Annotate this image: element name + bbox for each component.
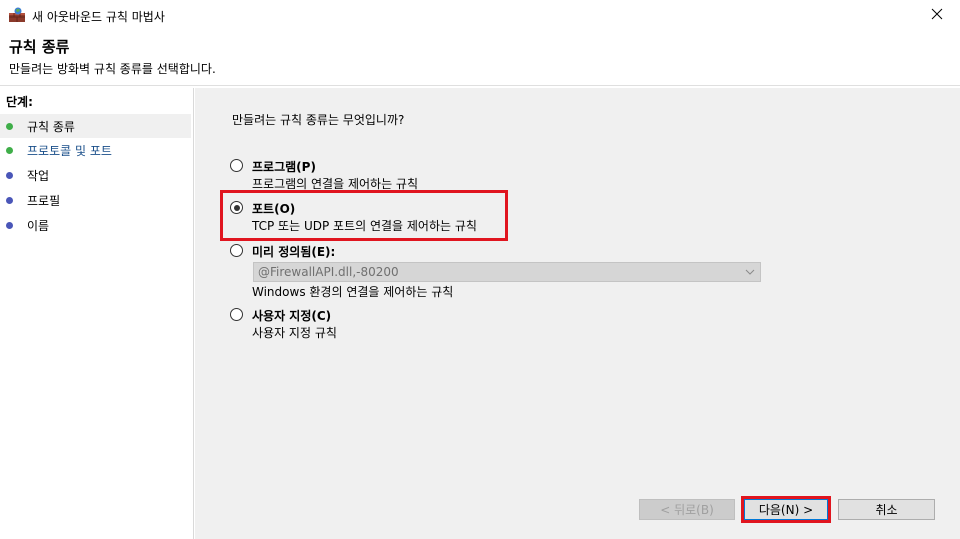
option-description: TCP 또는 UDP 포트의 연결을 제어하는 규칙 bbox=[252, 219, 477, 233]
wizard-content: 만들려는 규칙 종류는 무엇입니까? 프로그램(P) 프로그램의 연결을 제어하… bbox=[195, 88, 960, 539]
step-label: 프로필 bbox=[27, 193, 61, 208]
close-button[interactable] bbox=[914, 0, 960, 30]
step-label: 작업 bbox=[27, 168, 50, 183]
port-radio[interactable] bbox=[230, 201, 243, 214]
option-description: 사용자 지정 규칙 bbox=[252, 326, 337, 340]
title-bar: 새 아웃바운드 규칙 마법사 bbox=[0, 0, 960, 30]
step-protocol-port[interactable]: 프로토콜 및 포트 bbox=[0, 138, 191, 162]
step-status-dot-icon bbox=[6, 122, 13, 130]
wizard-header: 규칙 종류 만들려는 방화벽 규칙 종류를 선택합니다. bbox=[0, 30, 960, 86]
close-icon bbox=[931, 8, 943, 23]
step-status-dot-icon bbox=[6, 146, 13, 154]
firewall-wizard-icon bbox=[8, 7, 26, 23]
option-label[interactable]: 사용자 지정(C) bbox=[252, 307, 331, 324]
custom-radio[interactable] bbox=[230, 308, 243, 321]
step-name[interactable]: 이름 bbox=[0, 213, 191, 237]
step-status-dot-icon bbox=[6, 171, 13, 179]
chevron-down-icon bbox=[744, 266, 756, 278]
next-button[interactable]: 다음(N) > bbox=[744, 499, 828, 520]
step-rule-type[interactable]: 규칙 종류 bbox=[0, 114, 191, 138]
predefined-radio[interactable] bbox=[230, 244, 243, 257]
step-label: 이름 bbox=[27, 218, 50, 233]
predefined-rule-combobox: @FirewallAPI.dll,-80200 bbox=[253, 262, 761, 282]
combobox-value: @FirewallAPI.dll,-80200 bbox=[258, 265, 399, 279]
step-status-dot-icon bbox=[6, 196, 13, 204]
cancel-button[interactable]: 취소 bbox=[838, 499, 935, 520]
step-profile[interactable]: 프로필 bbox=[0, 188, 191, 212]
step-action[interactable]: 작업 bbox=[0, 163, 191, 187]
steps-sidebar: 단계: 규칙 종류 프로토콜 및 포트 작업 프로필 이름 bbox=[0, 88, 194, 539]
program-radio[interactable] bbox=[230, 159, 243, 172]
step-label: 규칙 종류 bbox=[27, 119, 75, 134]
option-label[interactable]: 미리 정의됨(E): bbox=[252, 243, 335, 260]
page-title: 규칙 종류 bbox=[9, 38, 70, 56]
step-label: 프로토콜 및 포트 bbox=[27, 143, 112, 158]
window-title: 새 아웃바운드 규칙 마법사 bbox=[32, 10, 165, 24]
steps-heading: 단계: bbox=[6, 95, 33, 109]
option-label[interactable]: 포트(O) bbox=[252, 200, 295, 217]
option-description: Windows 환경의 연결을 제어하는 규칙 bbox=[252, 285, 454, 299]
step-status-dot-icon bbox=[6, 221, 13, 229]
back-button[interactable]: < 뒤로(B) bbox=[639, 499, 735, 520]
page-description: 만들려는 방화벽 규칙 종류를 선택합니다. bbox=[9, 62, 216, 76]
rule-type-question: 만들려는 규칙 종류는 무엇입니까? bbox=[232, 113, 405, 127]
option-label[interactable]: 프로그램(P) bbox=[252, 158, 316, 175]
